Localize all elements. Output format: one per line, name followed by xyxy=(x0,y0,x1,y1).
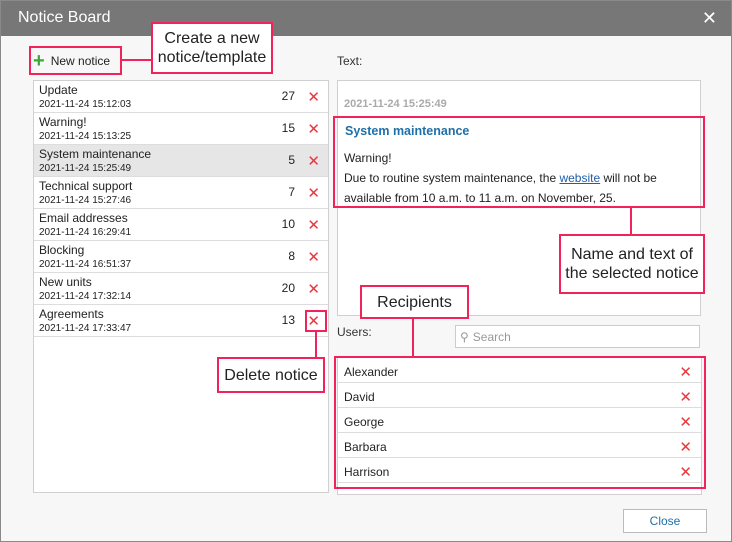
title-bar: Notice Board ✕ xyxy=(1,1,731,36)
notice-timestamp: 2021-11-24 15:25:49 xyxy=(344,98,447,110)
notice-name: Warning! xyxy=(39,115,87,129)
notice-name: System maintenance xyxy=(39,147,152,161)
users-highlight xyxy=(334,356,706,489)
notice-row[interactable]: System maintenance 2021-11-24 15:25:49 5… xyxy=(34,145,328,177)
callout-create: Create a new notice/template xyxy=(151,22,273,74)
recipient-count: 20 xyxy=(281,281,295,295)
recipient-count: 27 xyxy=(281,89,295,103)
search-input[interactable]: ⚲ Search xyxy=(455,325,700,348)
notice-name: Technical support xyxy=(39,179,133,193)
notice-date: 2021-11-24 15:12:03 xyxy=(39,99,132,110)
callout-recipients: Recipients xyxy=(360,285,469,319)
notice-row[interactable]: Warning! 2021-11-24 15:13:25 15 ✕ xyxy=(34,113,328,145)
delete-icon[interactable]: ✕ xyxy=(307,88,320,106)
notice-row[interactable]: New units 2021-11-24 17:32:14 20 ✕ xyxy=(34,273,328,305)
recipient-count: 8 xyxy=(288,249,295,263)
callout-delete: Delete notice xyxy=(217,357,325,393)
notice-row[interactable]: Blocking 2021-11-24 16:51:37 8 ✕ xyxy=(34,241,328,273)
connector xyxy=(121,59,152,61)
notice-list: Update 2021-11-24 15:12:03 27 ✕ Warning! … xyxy=(33,80,329,493)
delete-icon[interactable]: ✕ xyxy=(307,216,320,234)
window-title: Notice Board xyxy=(18,9,111,26)
notice-name: Agreements xyxy=(39,307,104,321)
search-icon: ⚲ xyxy=(460,329,469,344)
notice-row[interactable]: Technical support 2021-11-24 15:27:46 7 … xyxy=(34,177,328,209)
notice-date: 2021-11-24 16:29:41 xyxy=(39,227,132,238)
notice-date: 2021-11-24 15:25:49 xyxy=(39,163,132,174)
users-label: Users: xyxy=(337,325,372,339)
notice-name: New units xyxy=(39,275,92,289)
recipient-count: 10 xyxy=(281,217,295,231)
notice-date: 2021-11-24 15:13:25 xyxy=(39,131,132,142)
notice-name: Blocking xyxy=(39,243,85,257)
close-button[interactable]: Close xyxy=(623,509,707,533)
connector xyxy=(315,331,317,358)
notice-date: 2021-11-24 16:51:37 xyxy=(39,259,132,270)
notice-row[interactable]: Agreements 2021-11-24 17:33:47 13 ✕ xyxy=(34,305,328,337)
notice-row[interactable]: Email addresses 2021-11-24 16:29:41 10 ✕ xyxy=(34,209,328,241)
notice-date: 2021-11-24 17:33:47 xyxy=(39,323,132,334)
notice-date: 2021-11-24 15:27:46 xyxy=(39,195,132,206)
delete-icon[interactable]: ✕ xyxy=(307,248,320,266)
notice-date: 2021-11-24 17:32:14 xyxy=(39,291,132,302)
recipient-count: 15 xyxy=(281,121,295,135)
notice-name: Update xyxy=(39,83,78,97)
text-highlight xyxy=(333,116,705,208)
text-label: Text: xyxy=(337,54,363,68)
callout-name-text: Name and text of the selected notice xyxy=(559,234,705,294)
connector xyxy=(630,207,632,235)
delete-icon[interactable]: ✕ xyxy=(307,184,320,202)
recipient-count: 13 xyxy=(281,313,295,327)
delete-icon[interactable]: ✕ xyxy=(307,120,320,138)
recipient-count: 7 xyxy=(288,185,295,199)
recipient-count: 5 xyxy=(288,153,295,167)
search-placeholder: Search xyxy=(472,329,511,344)
new-notice-highlight xyxy=(29,46,122,75)
connector xyxy=(412,318,414,357)
delete-icon[interactable]: ✕ xyxy=(307,152,320,170)
delete-highlight xyxy=(305,310,327,332)
notice-name: Email addresses xyxy=(39,211,128,225)
notice-row[interactable]: Update 2021-11-24 15:12:03 27 ✕ xyxy=(34,81,328,113)
close-icon[interactable]: ✕ xyxy=(702,8,717,29)
delete-icon[interactable]: ✕ xyxy=(307,280,320,298)
